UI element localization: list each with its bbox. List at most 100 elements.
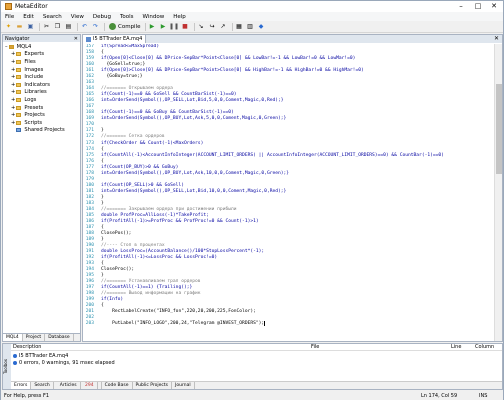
line-text: int=OrderSend(Symbol(),OP_SELL,Lot,Bid,1…	[101, 188, 287, 194]
terminal-icon[interactable]: ◆	[257, 22, 266, 31]
tree-item-scripts[interactable]: + Scripts	[3, 119, 80, 127]
minimize-button[interactable]: –	[453, 1, 469, 12]
info-icon	[13, 353, 17, 358]
tab-errors[interactable]: Errors	[11, 382, 32, 389]
menu-tools[interactable]: Tools	[120, 14, 134, 20]
new-file-icon[interactable]: ✦	[4, 22, 13, 31]
step-into-icon[interactable]: ↘	[197, 22, 206, 31]
expand-icon[interactable]: +	[11, 82, 15, 88]
column-description[interactable]: Description	[11, 344, 311, 350]
column-file[interactable]: File	[311, 344, 451, 350]
toolbox-toggle-icon[interactable]: ▥	[246, 22, 255, 31]
expand-icon[interactable]: +	[11, 105, 15, 111]
undo-icon[interactable]: ↶	[80, 22, 89, 31]
tab-database[interactable]: Database	[45, 334, 74, 341]
step-out-icon[interactable]: ↗	[219, 22, 228, 31]
menu-search[interactable]: Search	[43, 14, 62, 20]
close-button[interactable]: ✕	[486, 1, 502, 12]
menu-debug[interactable]: Debug	[93, 14, 111, 20]
tab-journal[interactable]: Journal	[172, 382, 195, 389]
toolbar: ✦ ▬ ▣ ✂ ❐ ▤ ↶ ↷ Compile ▶ ▶ ❚❚ ■ ↘ ↪ ↗ ▦…	[1, 21, 503, 33]
menu-edit[interactable]: Edit	[23, 14, 34, 20]
tree-item-logs[interactable]: + Logs	[3, 96, 80, 104]
start-debug-icon[interactable]: ▶	[148, 22, 157, 31]
tree-item-indicators[interactable]: + Indicators	[3, 81, 80, 89]
stop-icon[interactable]: ■	[181, 22, 190, 31]
menu-window[interactable]: Window	[143, 14, 165, 20]
folder-icon	[16, 97, 22, 102]
menu-view[interactable]: View	[71, 14, 84, 20]
tree-item-mql4[interactable]: – MQL4	[3, 43, 80, 51]
save-icon[interactable]: ▣	[26, 22, 35, 31]
maximize-button[interactable]: □	[470, 1, 486, 12]
expand-icon[interactable]: –	[5, 44, 8, 50]
tab-project[interactable]: Project	[23, 334, 46, 341]
compile-button[interactable]: Compile	[107, 22, 143, 31]
tree-item-shared-projects[interactable]: +Shared Projects	[3, 127, 80, 135]
folder-icon	[16, 82, 22, 87]
navigator-close-icon[interactable]: ✕	[74, 36, 78, 42]
navigator-toggle-icon[interactable]: ▦	[235, 22, 244, 31]
line-text: ClosePos();	[101, 230, 132, 236]
toolbar-separator	[104, 22, 105, 31]
toolbox-panel: Toolbox Description File Line Column I5 …	[2, 343, 503, 390]
app-icon	[5, 3, 12, 10]
toolbar-separator	[144, 22, 146, 31]
tree-item-libraries[interactable]: + Libraries	[3, 89, 80, 97]
menu-file[interactable]: File	[5, 14, 14, 20]
tab-public-projects[interactable]: Public Projects	[133, 382, 173, 389]
document-tab[interactable]: I5 BTTrader EA.mq4	[83, 35, 147, 43]
code-area[interactable]: 157 if(Spread<=MaxSpread) 158{159 if(Open[0…	[83, 44, 495, 341]
tree-item-experts[interactable]: + Experts	[3, 51, 80, 59]
folder-icon	[16, 90, 22, 95]
code-line[interactable]: 175 if(CountAll(-1)<AccountInfoInteger(AC…	[83, 152, 495, 159]
tree-item-projects[interactable]: + Projects	[3, 111, 80, 119]
tab-mql4[interactable]: MQL4	[3, 334, 23, 341]
navigator-panel: Navigator ✕ – MQL4 + Experts + Files + Image…	[2, 34, 81, 342]
tree-item-presets[interactable]: + Presets	[3, 104, 80, 112]
scrollbar-thumb[interactable]	[496, 84, 502, 174]
vertical-scrollbar[interactable]	[494, 44, 502, 341]
menu-help[interactable]: Help	[173, 14, 186, 20]
navigator-header: Navigator ✕	[3, 35, 80, 42]
result-row[interactable]: I5 BTTrader EA.mq4	[11, 352, 502, 359]
menu-bar: File Edit Search View Debug Tools Window…	[1, 12, 503, 21]
toolbox-side-label: Toolbox	[3, 344, 11, 389]
close-document-icon[interactable]: ✕	[494, 35, 499, 42]
folder-icon	[16, 105, 22, 110]
column-line[interactable]: Line	[451, 344, 475, 350]
result-row[interactable]: 0 errors, 0 warnings, 91 msec elapsed	[11, 359, 502, 366]
tree-item-images[interactable]: + Images	[3, 66, 80, 74]
tab-code-base[interactable]: Code Base	[102, 382, 133, 389]
folder-icon	[16, 52, 22, 57]
line-text: if(ProfitAll(-1)<=LossProc && LossProc!=…	[101, 255, 218, 261]
tab-search[interactable]: Search	[31, 382, 54, 389]
expand-icon[interactable]: +	[11, 67, 15, 73]
line-text: int=OrderSend(Symbol(),OP_BUY,Lot,Ask,10…	[101, 170, 290, 176]
expand-icon[interactable]: +	[11, 51, 15, 57]
column-column[interactable]: Column	[475, 344, 494, 350]
line-text: if(ProfitAll(-1)>=ProfProc && ProfProc!=…	[101, 218, 259, 224]
tab-articles[interactable]: Articles 294	[54, 382, 102, 389]
paste-icon[interactable]: ▤	[64, 22, 73, 31]
redo-icon[interactable]: ↷	[91, 22, 100, 31]
expand-icon[interactable]: +	[11, 74, 15, 80]
expand-icon[interactable]: +	[11, 120, 15, 126]
code-line[interactable]: 203 PutLabel("INFO_LOGO",200,24,"Telegra…	[83, 321, 495, 328]
copy-icon[interactable]: ❐	[53, 22, 62, 31]
step-over-icon[interactable]: ↪	[208, 22, 217, 31]
toolbar-separator	[77, 22, 78, 31]
start-profiling-icon[interactable]: ▶	[159, 22, 168, 31]
line-text: if(Info)	[101, 297, 124, 303]
tree-item-files[interactable]: + Files	[3, 58, 80, 66]
expand-icon[interactable]: +	[11, 97, 15, 103]
expand-icon[interactable]: +	[11, 112, 15, 118]
tree-item-include[interactable]: + Include	[3, 73, 80, 81]
insert-mode: INS	[479, 392, 488, 399]
cut-icon[interactable]: ✂	[42, 22, 51, 31]
open-folder-icon[interactable]: ▬	[15, 22, 24, 31]
folder-icon	[8, 44, 14, 49]
pause-icon[interactable]: ❚❚	[169, 22, 179, 31]
expand-icon[interactable]: +	[11, 89, 15, 95]
expand-icon[interactable]: +	[11, 59, 15, 65]
